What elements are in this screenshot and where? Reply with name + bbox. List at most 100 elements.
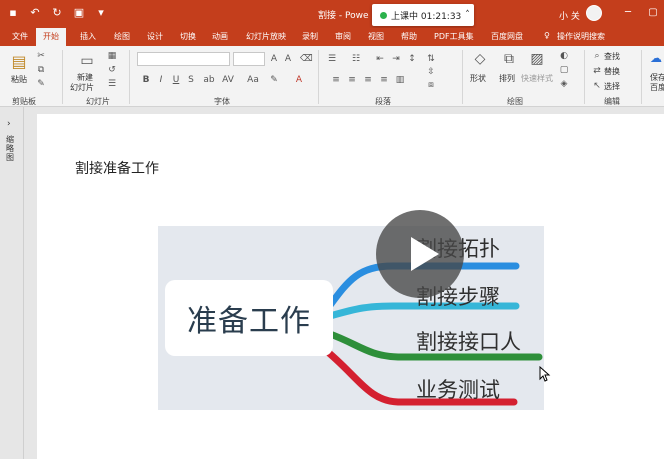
bold-button[interactable]: B: [140, 74, 152, 86]
smartart-icon[interactable]: ⧈: [425, 79, 437, 91]
section-icon[interactable]: ☰: [106, 78, 118, 90]
paste-button[interactable]: 粘贴: [11, 74, 27, 85]
tab-slideshow[interactable]: 幻灯片放映: [246, 31, 286, 42]
recording-dot-icon: [380, 11, 387, 19]
baidu-cloud-icon[interactable]: ☁: [649, 52, 663, 68]
quick-styles-button[interactable]: 快速样式: [521, 73, 553, 84]
mindmap-image[interactable]: 准备工作 割接拓扑 割接步骤 割接接口人 业务测试: [158, 226, 544, 410]
copy-icon[interactable]: ⧉: [35, 64, 47, 76]
tab-transitions[interactable]: 切换: [180, 31, 196, 42]
divider: [462, 50, 463, 104]
cut-icon[interactable]: ✂: [35, 50, 47, 62]
chevron-up-icon[interactable]: ˄: [465, 10, 470, 20]
select-icon[interactable]: ↖: [591, 80, 603, 92]
tab-help[interactable]: 帮助: [401, 31, 417, 42]
replace-button[interactable]: 替换: [604, 66, 620, 77]
tab-baidu[interactable]: 百度网盘: [491, 31, 523, 42]
align-left-icon[interactable]: ≡: [330, 74, 342, 86]
tab-animations[interactable]: 动画: [212, 31, 228, 42]
increase-indent-icon[interactable]: ⇥: [390, 53, 402, 65]
tab-file[interactable]: 文件: [12, 31, 28, 42]
divider: [62, 50, 63, 104]
chevron-right-icon[interactable]: ›: [7, 119, 11, 129]
tab-home[interactable]: 开始: [36, 28, 66, 46]
layout-icon[interactable]: ▦: [106, 50, 118, 62]
bullets-icon[interactable]: ☰: [326, 53, 338, 65]
thumbnail-pane-label: 缩略图: [6, 135, 14, 162]
text-direction-icon[interactable]: ⇅: [425, 53, 437, 65]
numbering-icon[interactable]: ☷: [350, 53, 362, 65]
group-clipboard: 剪贴板: [12, 97, 36, 106]
quick-styles-icon[interactable]: ▨: [528, 50, 546, 68]
font-family-select[interactable]: [137, 52, 230, 66]
divider: [641, 50, 642, 104]
divider: [584, 50, 585, 104]
reset-icon[interactable]: ↺: [106, 64, 118, 76]
highlight-icon[interactable]: ✎: [268, 74, 280, 86]
undo-icon[interactable]: ↶: [28, 5, 42, 21]
ribbon-tabs: 文件 开始 插入 绘图 设计 切换 动画 幻灯片放映 录制 审阅 视图 帮助 P…: [0, 28, 664, 46]
slide-title[interactable]: 割接准备工作: [75, 158, 159, 178]
tab-record[interactable]: 录制: [302, 31, 318, 42]
group-slides: 幻灯片: [86, 97, 110, 106]
quick-access-toolbar: ▪ ↶ ↻ ▣ ▾: [6, 5, 108, 21]
tab-draw[interactable]: 绘图: [114, 31, 130, 42]
font-color-button[interactable]: A: [293, 74, 305, 86]
find-button[interactable]: 查找: [604, 51, 620, 62]
slide-canvas[interactable]: 割接准备工作 准备工作 割接拓扑 割接步骤 割接接口人 业务测试: [37, 114, 664, 459]
ribbon: ▤ 粘贴 ✂ ⧉ ✎ 剪贴板 ▭ 新建 幻灯片 ▦ ↺ ☰ 幻灯片 A A ⌫ …: [0, 46, 664, 107]
group-editing: 编辑: [604, 97, 620, 106]
tab-pdf[interactable]: PDF工具集: [434, 31, 474, 42]
minimize-icon[interactable]: ─: [620, 5, 636, 21]
tab-view[interactable]: 视图: [368, 31, 384, 42]
shapes-icon[interactable]: ◇: [471, 50, 489, 68]
shapes-button[interactable]: 形状: [470, 73, 486, 84]
italic-button[interactable]: I: [155, 74, 167, 86]
tab-review[interactable]: 审阅: [335, 31, 351, 42]
decrease-indent-icon[interactable]: ⇤: [374, 53, 386, 65]
shape-fill-icon[interactable]: ◐: [558, 50, 570, 62]
font-size-select[interactable]: [233, 52, 265, 66]
save-icon[interactable]: ▪: [6, 5, 20, 21]
group-font: 字体: [214, 97, 230, 106]
save-to-baidu-button-2[interactable]: 百度: [650, 82, 664, 93]
select-button[interactable]: 选择: [604, 81, 620, 92]
paste-icon[interactable]: ▤: [9, 52, 29, 72]
document-title: 割接 - Powe: [318, 11, 369, 21]
mindmap-central-node: 准备工作: [165, 280, 333, 356]
clear-format-icon[interactable]: ⌫: [300, 53, 313, 65]
change-case-button[interactable]: Aa: [247, 74, 259, 86]
spacing-button[interactable]: AV: [222, 74, 234, 86]
columns-icon[interactable]: ▥: [394, 74, 406, 86]
justify-icon[interactable]: ≡: [378, 74, 390, 86]
shadow-button[interactable]: ab: [203, 74, 215, 86]
underline-button[interactable]: U: [170, 74, 182, 86]
align-text-icon[interactable]: ⇳: [425, 66, 437, 78]
recording-indicator[interactable]: 上课中 01:21:33 ˄: [372, 4, 474, 26]
restore-icon[interactable]: ▢: [645, 5, 661, 21]
new-slide-button-2[interactable]: 幻灯片: [70, 82, 94, 93]
tell-me-search[interactable]: 操作说明搜索: [557, 31, 605, 42]
arrange-button[interactable]: 排列: [499, 73, 515, 84]
shape-outline-icon[interactable]: ▢: [558, 64, 570, 76]
grow-font-icon[interactable]: A: [268, 53, 280, 65]
shrink-font-icon[interactable]: A: [282, 53, 294, 65]
align-right-icon[interactable]: ≡: [362, 74, 374, 86]
strikethrough-button[interactable]: S: [185, 74, 197, 86]
tab-insert[interactable]: 插入: [80, 31, 96, 42]
find-icon[interactable]: ⌕: [591, 50, 603, 62]
tab-design[interactable]: 设计: [147, 31, 163, 42]
align-center-icon[interactable]: ≡: [346, 74, 358, 86]
line-spacing-icon[interactable]: ↕: [406, 53, 418, 65]
new-slide-icon[interactable]: ▭: [78, 52, 96, 70]
replace-icon[interactable]: ⇄: [591, 65, 603, 77]
redo-icon[interactable]: ↻: [50, 5, 64, 21]
customize-qat-icon[interactable]: ▾: [94, 5, 108, 21]
arrange-icon[interactable]: ⧉: [500, 50, 518, 68]
play-button[interactable]: [376, 210, 464, 298]
present-icon[interactable]: ▣: [72, 5, 86, 21]
thumbnail-pane[interactable]: › 缩略图: [0, 107, 24, 459]
format-painter-icon[interactable]: ✎: [35, 78, 47, 90]
avatar[interactable]: [586, 5, 602, 21]
shape-effects-icon[interactable]: ◈: [558, 78, 570, 90]
